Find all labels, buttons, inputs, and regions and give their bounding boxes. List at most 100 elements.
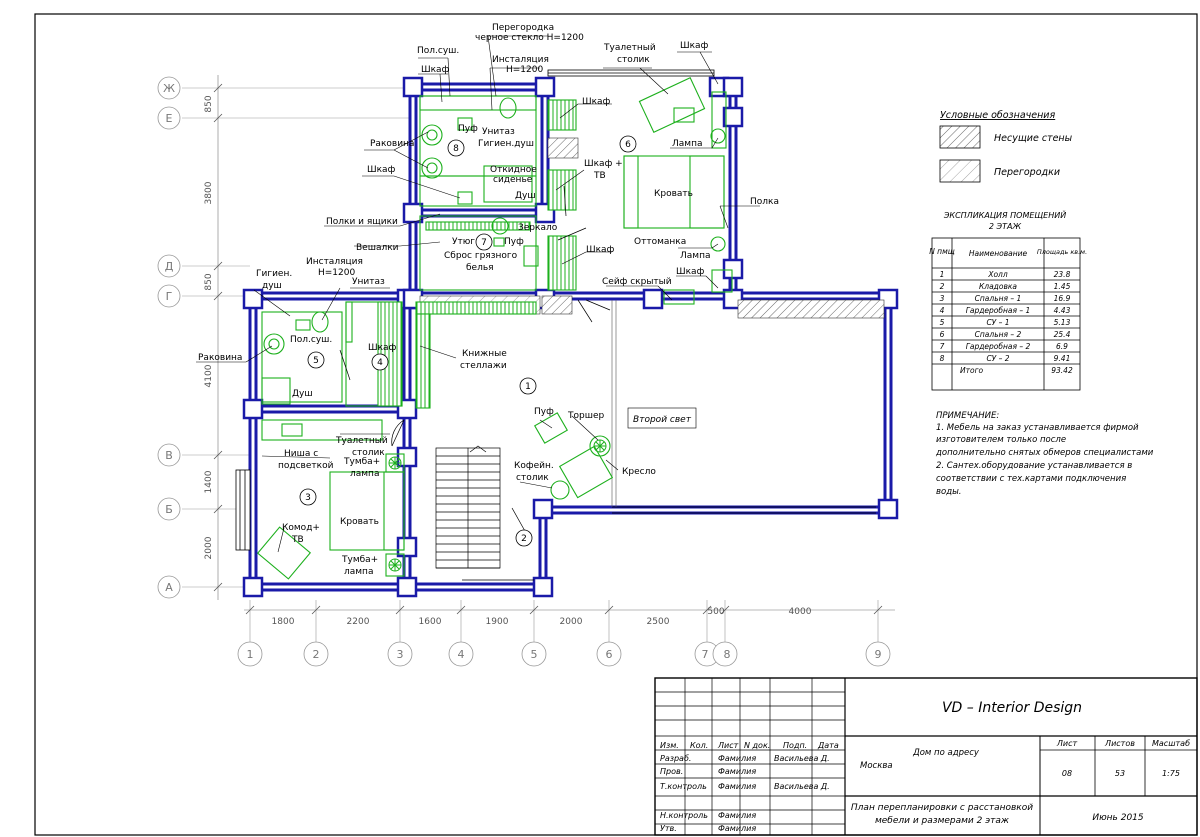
dimension-label: 2500 (647, 617, 670, 627)
dimension-label: 2000 (204, 536, 214, 559)
explication-cell: 2 (940, 282, 945, 291)
axis-number: 8 (724, 648, 731, 661)
project-city: Москва (860, 761, 893, 771)
explication-cell: 1 (940, 270, 945, 279)
floor-plan-drawing: Ж Е Д Г В Б А 1 2 3 4 5 6 7 8 9 850 3800… (34, 13, 1198, 836)
sheets-label: Листов (1104, 739, 1135, 748)
plan-label: Вешалки (356, 243, 399, 253)
axis-letter: В (165, 449, 173, 462)
axis-letter: Д (165, 260, 174, 273)
explication-cell: СУ – 1 (986, 318, 1009, 327)
legend-label: Перегородки (994, 167, 1060, 178)
plan-label: Книжные (462, 349, 507, 359)
explication-cell: Спальня – 1 (975, 294, 1022, 303)
explication-cell: 8 (940, 354, 945, 363)
note-line: дополнительно снятых обмеров специалиста… (935, 448, 1154, 458)
plan-label: Сброс грязного (444, 251, 518, 261)
tb-header: Кол. (690, 741, 708, 750)
tb-role: Н.контроль (660, 811, 708, 820)
note-line: 1. Мебель на заказ устанавливается фирмо… (936, 423, 1139, 433)
explication-subtitle: 2 ЭТАЖ (989, 222, 1022, 231)
room-number: 4 (377, 358, 383, 368)
plan-label: Шкаф (680, 41, 709, 51)
axis-letter-bubbles (157, 76, 181, 599)
plan-label: Пол.суш. (417, 46, 459, 56)
legend-swatch-load-bearing (939, 125, 981, 149)
scale-label: Масштаб (1152, 739, 1190, 748)
plan-label: Тумба+ (341, 555, 378, 565)
plan-label: Инсталяция (492, 55, 549, 65)
plan-label: лампа (344, 567, 373, 577)
plan-label: Утюг (452, 237, 475, 247)
plan-label: Полка (750, 197, 779, 207)
legend-label: Несущие стены (994, 133, 1073, 144)
tb-sign: Васильева Д. (774, 754, 830, 763)
axis-number: 4 (458, 648, 465, 661)
tb-name: Фамилия (718, 824, 756, 833)
tb-name: Фамилия (718, 754, 756, 763)
plan-label: Шкаф (421, 65, 450, 75)
plan-label: лампа (350, 469, 379, 479)
dimension-label: 1800 (272, 617, 295, 627)
plan-label: Душ (292, 389, 313, 399)
tb-role: Пров. (660, 767, 683, 776)
explication-cell: Гардеробная – 1 (966, 306, 1031, 315)
dimension-label: 1600 (419, 617, 442, 627)
plan-label: сиденье (493, 175, 533, 185)
tb-header: Дата (817, 741, 839, 750)
explication-cell: 5 (940, 318, 945, 327)
tb-role: Утв. (660, 824, 677, 833)
plan-label: Откидное (490, 165, 537, 175)
dimension-label: 2000 (560, 617, 583, 627)
tb-header: Изм. (660, 741, 679, 750)
plan-label: Шкаф (367, 165, 396, 175)
explication-cell: СУ – 2 (986, 354, 1009, 363)
plan-label: Туалетный (335, 436, 388, 446)
tb-name: Фамилия (718, 811, 756, 820)
axis-letter: Б (165, 503, 173, 516)
axis-number: 6 (606, 648, 613, 661)
room-number: 8 (453, 144, 459, 154)
plan-label: Раковина (370, 139, 414, 149)
plan-label: Пуф (458, 124, 478, 134)
plan-label: Туалетный (603, 43, 656, 53)
explication-total-value: 93.42 (1051, 366, 1073, 375)
plan-label: Пуф (504, 237, 524, 247)
explication-cell: 1.45 (1054, 282, 1071, 291)
plan-label: Гигиен.душ (478, 139, 534, 149)
plan-label: Сейф скрытый (602, 277, 672, 287)
plan-label: черное стекло Н=1200 (475, 33, 584, 43)
axis-number-bubbles (237, 641, 891, 667)
dimension-label: 2200 (347, 617, 370, 627)
explication-cell: 4.43 (1054, 306, 1071, 315)
explication-cell: Спальня – 2 (975, 330, 1022, 339)
company-name: VD – Interior Design (942, 700, 1082, 716)
plan-label: Шкаф (582, 97, 611, 107)
explication-total-label: Итого (960, 366, 984, 375)
dimension-label: 4000 (789, 607, 812, 617)
plan-label: Шкаф (368, 343, 397, 353)
plan-label: Раковина (198, 353, 242, 363)
plan-label: Шкаф (586, 245, 615, 255)
plan-label: ТВ (291, 535, 304, 545)
note-block: ПРИМЕЧАНИЕ: 1. Мебель на заказ устанавли… (935, 411, 1154, 497)
plan-label: Комод+ (282, 523, 320, 533)
room-number: 1 (525, 382, 531, 392)
plan-label: Кровать (654, 189, 693, 199)
plan-label: Торшер (567, 411, 604, 421)
explication-cell: 23.8 (1054, 270, 1071, 279)
explication-title: ЭКСПЛИКАЦИЯ ПОМЕЩЕНИЙ (943, 209, 1066, 220)
plan-label: подсветкой (278, 461, 334, 471)
note-title: ПРИМЕЧАНИЕ: (936, 411, 999, 421)
axis-number: 9 (875, 648, 882, 661)
staircase (435, 445, 501, 569)
legend: Условные обозначения Несущие стены Перег… (939, 110, 1073, 183)
room-number: 7 (481, 238, 487, 248)
plan-label: Гигиен. (256, 269, 292, 279)
dimension-label: 850 (204, 273, 214, 290)
sheets-total: 53 (1115, 769, 1125, 778)
plan-label: столик (617, 55, 650, 65)
plan-label: Н=1200 (318, 268, 355, 278)
note-line: соответствии с тех.картами подключения (936, 474, 1126, 484)
room-number: 2 (521, 534, 527, 544)
